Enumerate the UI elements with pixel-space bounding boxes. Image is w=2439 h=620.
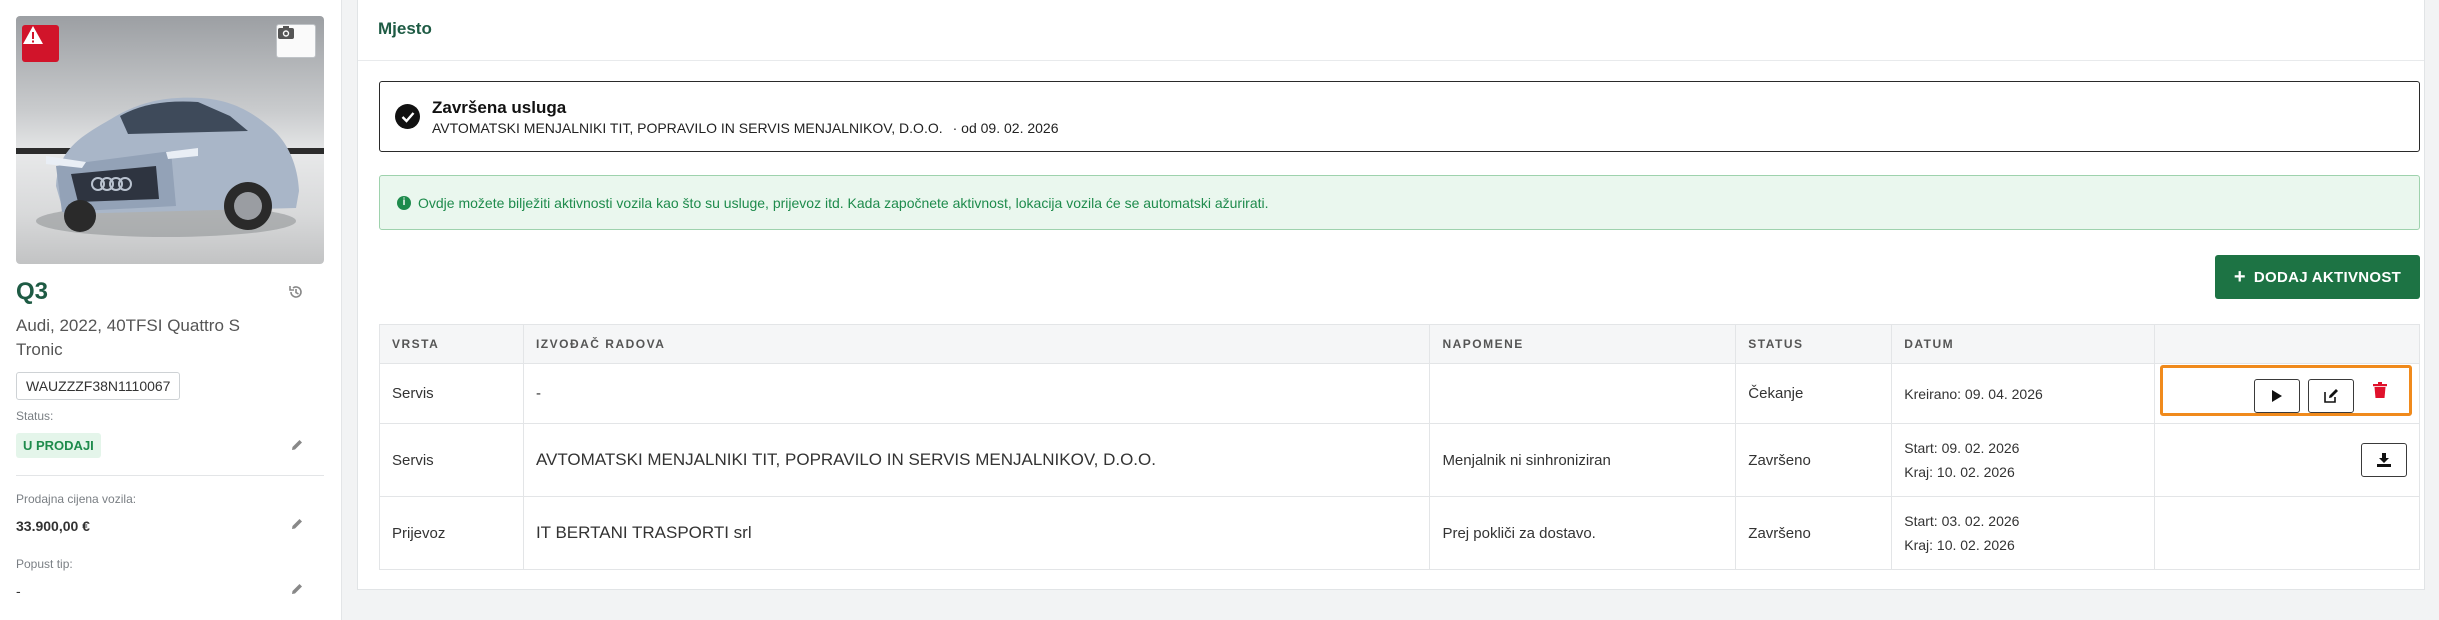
pencil-icon xyxy=(292,519,302,529)
plus-icon: + xyxy=(2233,266,2246,288)
table-row: Prijevoz IT BERTANI TRASPORTI srl Prej p… xyxy=(379,496,2420,570)
edit-status-button[interactable] xyxy=(290,438,304,457)
change-photo-button[interactable] xyxy=(276,24,316,58)
service-subtitle: AVTOMATSKI MENJALNIKI TIT, POPRAVILO IN … xyxy=(432,120,1059,136)
delete-activity-button[interactable] xyxy=(2373,382,2388,402)
cell-contractor: - xyxy=(522,363,1431,424)
table-row: Servis AVTOMATSKI MENJALNIKI TIT, POPRAV… xyxy=(379,423,2420,497)
cell-notes: Prej pokliči za dostavo. xyxy=(1429,496,1737,570)
completed-service-card: Završena usluga AVTOMATSKI MENJALNIKI TI… xyxy=(379,81,2420,152)
add-activity-button[interactable]: + DODAJ AKTIVNOST xyxy=(2215,255,2420,299)
table-header-row: VRSTA IZVOĐAČ RADOVA NAPOMENE STATUS DAT… xyxy=(379,324,2420,364)
cell-actions xyxy=(2154,363,2420,424)
col-status: STATUS xyxy=(1735,324,1893,364)
edit-icon xyxy=(2324,389,2339,403)
cell-status: Završeno xyxy=(1735,496,1893,570)
price-label: Prodajna cijena vozila: xyxy=(16,492,137,506)
price-value: 33.900,00 € xyxy=(16,518,90,534)
service-company: AVTOMATSKI MENJALNIKI TIT, POPRAVILO IN … xyxy=(432,120,943,136)
cell-contractor: IT BERTANI TRASPORTI srl xyxy=(522,496,1431,570)
panel-separator xyxy=(358,60,2424,61)
sidebar-divider xyxy=(16,475,324,476)
cell-contractor: AVTOMATSKI MENJALNIKI TIT, POPRAVILO IN … xyxy=(522,423,1431,497)
discount-label: Popust tip: xyxy=(16,557,73,571)
date-start: Start: 09. 02. 2026 xyxy=(1904,440,2020,456)
col-notes: NAPOMENE xyxy=(1429,324,1737,364)
table-row: Servis - Čekanje Kreirano: 09. 04. 2026 xyxy=(379,363,2420,424)
vehicle-model: Q3 xyxy=(16,278,49,305)
info-text: Ovdje možete bilježiti aktivnosti vozila… xyxy=(418,195,1269,211)
add-activity-label: DODAJ AKTIVNOST xyxy=(2253,268,2402,286)
pencil-icon xyxy=(292,584,302,594)
col-type: VRSTA xyxy=(379,324,524,364)
cell-type: Servis xyxy=(379,423,524,497)
info-icon: i xyxy=(397,196,411,210)
edit-discount-button[interactable] xyxy=(290,582,304,601)
history-button[interactable] xyxy=(288,284,304,305)
col-actions xyxy=(2154,324,2420,364)
warning-icon xyxy=(23,26,43,44)
vehicle-photo[interactable] xyxy=(16,16,324,264)
date-created: Kreirano: 09. 04. 2026 xyxy=(1904,385,2043,402)
history-icon xyxy=(289,286,302,298)
camera-icon xyxy=(278,26,294,39)
vin-field[interactable]: WAUZZZF38N1110067 xyxy=(16,372,181,400)
activities-table: VRSTA IZVOĐAČ RADOVA NAPOMENE STATUS DAT… xyxy=(379,324,2420,570)
cell-actions xyxy=(2154,496,2420,570)
date-end: Kraj: 10. 02. 2026 xyxy=(1904,537,2015,553)
date-start: Start: 03. 02. 2026 xyxy=(1904,513,2020,529)
status-label: Status: xyxy=(16,409,54,423)
service-since: · od 09. 02. 2026 xyxy=(952,120,1059,136)
download-button[interactable] xyxy=(2361,443,2408,477)
info-alert: i Ovdje možete bilježiti aktivnosti vozi… xyxy=(379,175,2420,230)
discount-value: - xyxy=(16,583,21,599)
location-panel: Mjesto Završena usluga AVTOMATSKI MENJAL… xyxy=(357,0,2425,590)
actions-highlight xyxy=(2160,365,2413,416)
cell-type: Servis xyxy=(379,363,524,424)
play-icon xyxy=(2272,390,2283,402)
trash-icon xyxy=(2373,382,2388,398)
download-icon xyxy=(2377,453,2392,467)
cell-notes: Menjalnik ni sinhroniziran xyxy=(1429,423,1737,497)
section-title: Mjesto xyxy=(378,19,432,38)
date-end: Kraj: 10. 02. 2026 xyxy=(1904,464,2015,480)
vehicle-description: Audi, 2022, 40TFSI Quattro S Tronic xyxy=(16,316,240,359)
cell-date: Start: 09. 02. 2026 Kraj: 10. 02. 2026 xyxy=(1891,423,2156,497)
edit-activity-button[interactable] xyxy=(2308,379,2355,413)
col-date: DATUM xyxy=(1891,324,2156,364)
edit-price-button[interactable] xyxy=(290,517,304,536)
col-contractor: IZVOĐAČ RADOVA xyxy=(522,324,1431,364)
cell-type: Prijevoz xyxy=(379,496,524,570)
cell-date: Kreirano: 09. 04. 2026 xyxy=(1891,363,2156,424)
cell-status: Završeno xyxy=(1735,423,1893,497)
warning-badge[interactable] xyxy=(22,25,59,62)
cell-date: Start: 03. 02. 2026 Kraj: 10. 02. 2026 xyxy=(1891,496,2156,570)
status-badge: U PRODAJI xyxy=(16,433,101,458)
check-icon xyxy=(395,104,420,129)
start-activity-button[interactable] xyxy=(2254,379,2301,413)
vehicle-sidebar: Q3 Audi, 2022, 40TFSI Quattro S Tronic W… xyxy=(0,0,342,620)
pencil-icon xyxy=(292,440,302,450)
cell-notes xyxy=(1429,363,1737,424)
cell-status: Čekanje xyxy=(1735,363,1893,424)
service-title: Završena usluga xyxy=(432,98,567,117)
cell-actions xyxy=(2154,423,2420,497)
